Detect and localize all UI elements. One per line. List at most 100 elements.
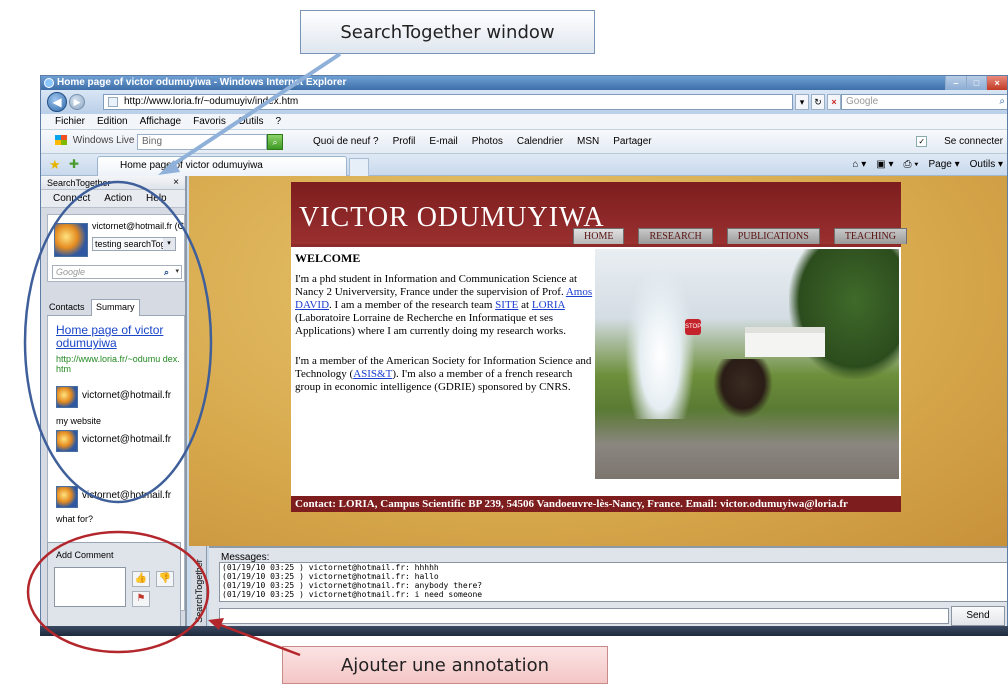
user-panel: victornet@hotmail.fr (C testing searchTo… [47, 214, 185, 282]
menu-connect[interactable]: Connect [53, 190, 90, 207]
nav-teaching[interactable]: TEACHING [833, 228, 907, 244]
user-email: victornet@hotmail.fr (C [92, 221, 185, 231]
nav-home[interactable]: HOME [573, 228, 625, 244]
address-bar[interactable]: http://www.loria.fr/~odumuyiv/index.htm [103, 94, 793, 110]
summary-page-link[interactable]: Home page of victor odumuyiwa [56, 324, 182, 350]
print-icon[interactable]: ⎙ ▾ [904, 154, 919, 176]
photo-tree [789, 249, 899, 379]
forward-button[interactable]: ▶ [69, 94, 85, 110]
favorites-star-icon[interactable]: ★ [49, 157, 61, 173]
searchtogether-header: SearchTogether × [41, 176, 185, 190]
windows-live-toolbar: Windows Live Bing ⌕ Quoi de neuf ? Profi… [41, 130, 1007, 154]
message-input[interactable] [219, 608, 949, 624]
searchtogether-window-callout: SearchTogether window [300, 10, 595, 54]
entry-note: my website [56, 416, 102, 426]
search-icon[interactable]: ⌕ [164, 266, 169, 278]
bing-search-input[interactable]: Bing [137, 134, 267, 150]
menu-favoris[interactable]: Favoris [193, 114, 226, 129]
windows-live-link[interactable]: Windows Live [55, 135, 134, 146]
text: . I am a member of the research team [329, 299, 496, 311]
address-url: http://www.loria.fr/~odumuyiv/index.htm [124, 96, 299, 107]
menu-help-st[interactable]: Help [146, 190, 167, 207]
maximize-button[interactable]: □ [965, 76, 987, 90]
live-link-news[interactable]: Quoi de neuf ? [313, 130, 379, 154]
site-team-link[interactable]: SITE [495, 299, 518, 311]
searchtogether-pane: SearchTogether × Connect Action Help vic… [41, 176, 187, 634]
status-dropdown[interactable]: testing searchTog ▾ [92, 237, 176, 251]
text: at [518, 299, 532, 311]
intro-paragraph: I'm a phd student in Information and Com… [295, 273, 593, 338]
live-link-share[interactable]: Partager [613, 130, 651, 154]
avatar [54, 223, 88, 257]
page-menu[interactable]: Page ▾ [928, 154, 959, 176]
top-search-input[interactable]: Google ⌕ [841, 94, 1007, 110]
menu-affichage[interactable]: Affichage [140, 114, 182, 129]
membership-paragraph: I'm a member of the American Society for… [295, 355, 593, 394]
refresh-icon[interactable]: ↻ [811, 94, 825, 110]
tools-menu[interactable]: Outils ▾ [970, 154, 1003, 176]
sign-in-link[interactable]: ✓ Se connecter [916, 130, 1003, 154]
close-window-button[interactable]: × [986, 76, 1007, 90]
bing-go-button[interactable]: ⌕ [267, 134, 283, 150]
live-link-msn[interactable]: MSN [577, 130, 599, 154]
top-search-placeholder: Google [846, 96, 879, 107]
summary-url[interactable]: http://www.loria.fr/~odumu dex.htm [56, 354, 182, 374]
live-link-photos[interactable]: Photos [472, 130, 503, 154]
new-tab-button[interactable] [349, 158, 369, 176]
live-link-profile[interactable]: Profil [393, 130, 416, 154]
menu-help[interactable]: ? [275, 114, 281, 129]
photo-fountain [625, 259, 695, 419]
feeds-icon[interactable]: ▣ ▾ [876, 154, 893, 176]
asist-link[interactable]: ASIS&T [353, 368, 392, 380]
chevron-down-icon[interactable]: ▾ [175, 266, 179, 278]
site-footer: Contact: LORIA, Campus Scientific BP 239… [291, 496, 901, 512]
loria-link[interactable]: LORIA [532, 299, 565, 311]
site-nav: HOME RESEARCH PUBLICATIONS TEACHING [573, 228, 907, 244]
ie-logo-icon [44, 78, 54, 88]
menu-action[interactable]: Action [104, 190, 132, 207]
page-icon [108, 97, 118, 107]
avatar [56, 486, 78, 508]
stop-icon[interactable]: × [827, 94, 841, 110]
st-search-input[interactable]: Google ⌕ ▾ [52, 265, 182, 279]
tab-home-page[interactable]: Home page of victor odumuyiwa [97, 156, 347, 176]
window-controls: – □ × [945, 76, 1007, 90]
command-bar: ⌂ ▾ ▣ ▾ ⎙ ▾ Page ▾ Outils ▾ [852, 154, 1003, 176]
tab-contacts[interactable]: Contacts [49, 302, 85, 312]
message-line: (01/19/10 03:25 ) victornet@hotmail.fr: … [222, 590, 483, 599]
st-search-placeholder: Google [56, 267, 86, 277]
live-link-calendar[interactable]: Calendrier [517, 130, 563, 154]
flag-icon[interactable]: ⚑ [132, 591, 150, 607]
dropdown-arrow-icon[interactable]: ▾ [795, 94, 809, 110]
menu-fichier[interactable]: Fichier [55, 114, 85, 129]
text: I'm a phd student in Information and Com… [295, 273, 578, 298]
checkbox-icon: ✓ [916, 135, 928, 147]
menu-outils[interactable]: Outils [238, 114, 264, 129]
thumbs-down-icon[interactable]: 👎 [156, 571, 174, 587]
back-button[interactable]: ◀ [47, 92, 67, 112]
window-titlebar: Home page of victor odumuyiwa - Windows … [41, 76, 1007, 90]
sign-in-label: Se connecter [944, 136, 1003, 147]
send-button[interactable]: Send [951, 606, 1005, 626]
nav-publications[interactable]: PUBLICATIONS [726, 228, 820, 244]
minimize-button[interactable]: – [945, 76, 966, 90]
comment-textarea[interactable] [54, 567, 126, 607]
entry-email: victornet@hotmail.fr [82, 490, 172, 501]
welcome-heading: WELCOME [295, 251, 361, 265]
message-log[interactable]: (01/19/10 03:25 ) victornet@hotmail.fr: … [219, 562, 1007, 602]
search-icon[interactable]: ⌕ [999, 95, 1005, 109]
home-icon[interactable]: ⌂ ▾ [852, 154, 866, 176]
add-favorite-icon[interactable]: ✚ [69, 157, 79, 171]
menu-edition[interactable]: Edition [97, 114, 128, 129]
text: (Laboratoire Lorraine de Recherche en In… [295, 312, 566, 337]
close-icon[interactable]: × [173, 176, 179, 190]
messages-side-label: SearchTogether [194, 559, 204, 623]
live-link-email[interactable]: E-mail [429, 130, 457, 154]
thumbs-up-icon[interactable]: 👍 [132, 571, 150, 587]
address-row: ◀ ▶ http://www.loria.fr/~odumuyiv/index.… [41, 90, 1007, 114]
tab-summary[interactable]: Summary [91, 299, 140, 316]
nav-research[interactable]: RESEARCH [638, 228, 713, 244]
taskbar [40, 626, 1008, 636]
live-links: Quoi de neuf ? Profil E-mail Photos Cale… [313, 130, 652, 154]
messages-sidebar: SearchTogether [191, 546, 207, 634]
